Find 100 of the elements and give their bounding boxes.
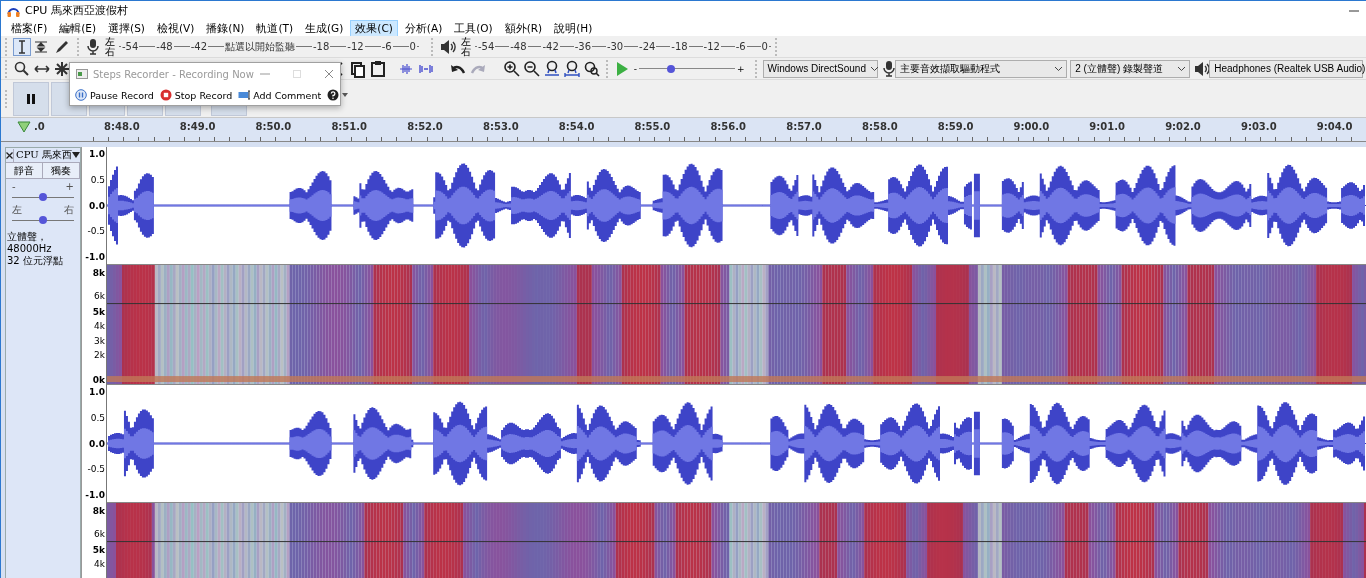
- channel-label: 左: [105, 36, 115, 47]
- slider-min-label: -: [12, 182, 16, 192]
- stop-record-button[interactable]: Stop Record: [156, 86, 236, 104]
- time-label: 9:04.0: [1315, 121, 1354, 132]
- menu-item[interactable]: 檢視(V): [151, 19, 200, 37]
- magnifier-icon: [12, 59, 31, 78]
- select-tool-button[interactable]: [13, 37, 31, 56]
- amplitude-tick: -1.0: [85, 252, 105, 263]
- menu-item[interactable]: 選擇(S): [103, 19, 150, 37]
- pause-button[interactable]: [13, 81, 49, 116]
- meter-scale[interactable]: -54 -48 -42 點選以開始監聽 -18 -12 -6 0: [119, 38, 419, 55]
- menu-item[interactable]: 編輯(E): [54, 19, 102, 37]
- meter-tick: -54: [477, 41, 496, 52]
- i-beam-icon: [18, 39, 26, 54]
- track-info: 立體聲，48000Hz: [7, 231, 53, 255]
- time-label: 9:03.0: [1239, 121, 1278, 132]
- zoom-toggle-icon[interactable]: [582, 59, 601, 78]
- solo-button[interactable]: 獨奏: [43, 163, 80, 178]
- close-track-button[interactable]: [6, 148, 14, 162]
- amplitude-tick: -1.0: [85, 490, 105, 501]
- slider-thumb[interactable]: [39, 216, 47, 224]
- channel-label: 右: [105, 46, 115, 57]
- menu-item[interactable]: 播錄(N): [201, 19, 250, 37]
- recording-device-dropdown[interactable]: 主要音效擷取驅動程式: [895, 59, 1068, 78]
- frequency-tick: 5k: [92, 307, 105, 318]
- audio-host-dropdown[interactable]: Windows DirectSound: [762, 59, 879, 78]
- frequency-tick: 6k: [94, 291, 105, 302]
- meter-tick: 0: [760, 41, 769, 52]
- time-label: 8:59.0: [936, 121, 975, 132]
- menu-item[interactable]: 工具(O): [449, 19, 498, 37]
- slider-max-label: +: [737, 63, 745, 74]
- amplitude-tick: -0.5: [87, 226, 105, 238]
- amplitude-tick: 0.5: [90, 174, 105, 186]
- meter-tick: 點選以開始監聽: [224, 39, 296, 54]
- comment-icon: [238, 89, 251, 101]
- mute-button[interactable]: 靜音: [6, 163, 43, 178]
- time-label: 8:50.0: [254, 121, 293, 132]
- meter-tick: -36: [573, 41, 592, 52]
- microphone-icon[interactable]: [85, 37, 101, 56]
- amplitude-tick: -0.5: [87, 464, 105, 476]
- meter-tick: -48: [509, 41, 528, 52]
- chevron-down-icon: [1177, 65, 1187, 72]
- channel-label: 右: [461, 46, 471, 57]
- amplitude-tick: 1.0: [89, 387, 105, 398]
- meter-tick: 0: [408, 41, 417, 52]
- maximize-icon: [292, 69, 303, 79]
- menu-item[interactable]: 分析(A): [399, 19, 448, 37]
- meter-tick: -42: [541, 41, 560, 52]
- zoom-out-icon[interactable]: [522, 59, 541, 78]
- menu-item[interactable]: 說明(H): [549, 19, 598, 37]
- slider-thumb[interactable]: [39, 193, 47, 201]
- speaker-icon: [1193, 59, 1210, 78]
- menu-item[interactable]: 軌道(T): [251, 19, 298, 37]
- time-label: 8:54.0: [557, 121, 596, 132]
- menu-item[interactable]: 檔案(F): [6, 19, 53, 37]
- slider-max-label: 右: [64, 205, 74, 215]
- speaker-icon[interactable]: [439, 37, 457, 56]
- slider-thumb[interactable]: [666, 64, 675, 73]
- pause-icon: [75, 89, 87, 101]
- meter-tick: -24: [638, 41, 657, 52]
- playback-device-dropdown[interactable]: Headphones (Realtek USB Audio): [1209, 59, 1363, 78]
- track-name-menu[interactable]: CPU 馬來西: [14, 148, 82, 162]
- close-icon: [6, 151, 13, 159]
- chevron-down-icon: [1054, 65, 1064, 72]
- clipboard-icon[interactable]: [368, 59, 387, 78]
- pause-record-button[interactable]: Pause Record: [72, 86, 157, 104]
- frequency-tick: 8k: [92, 268, 105, 279]
- asterisk-icon: [52, 59, 71, 78]
- menu-item[interactable]: 額外(R): [499, 19, 548, 37]
- time-label: 8:48.0: [103, 121, 141, 132]
- recorder-window-icon: [76, 69, 88, 79]
- fit-selection-icon[interactable]: [542, 59, 561, 78]
- play-head-triangle-icon[interactable]: [17, 121, 31, 133]
- slider-max-label: +: [65, 182, 74, 192]
- amplitude-tick: 0.5: [90, 412, 105, 424]
- meter-tick: -42: [189, 41, 208, 52]
- add-comment-button[interactable]: Add Comment: [235, 86, 325, 104]
- zoom-tool-button[interactable]: [12, 59, 31, 78]
- time-label: 9:02.0: [1164, 121, 1202, 132]
- microphone-icon: [881, 59, 896, 78]
- frequency-tick: 8k: [92, 506, 105, 517]
- close-icon[interactable]: [324, 69, 334, 79]
- recording-channels-dropdown[interactable]: 2 (立體聲) 錄製聲道: [1070, 59, 1191, 78]
- menu-item[interactable]: 生成(G): [300, 19, 349, 37]
- multi-tool-button[interactable]: [52, 59, 71, 78]
- zoom-in-icon[interactable]: [502, 59, 521, 78]
- meter-tick: -6: [734, 41, 747, 52]
- chevron-down-icon: [869, 65, 879, 72]
- caret-icon: [342, 93, 349, 97]
- time-label: 8:58.0: [860, 121, 899, 132]
- time-label: 8:49.0: [178, 121, 217, 132]
- fit-project-icon[interactable]: [562, 59, 581, 78]
- copy-icon[interactable]: [348, 59, 367, 78]
- amplitude-tick: 0.0: [89, 200, 105, 212]
- time-label: 8:52.0: [406, 121, 444, 132]
- time-label: .0: [34, 121, 46, 132]
- meter-tick: -6: [380, 41, 393, 52]
- window-title: CPU 馬來西亞渡假村: [25, 3, 128, 18]
- amplitude-tick: 0.0: [89, 438, 105, 450]
- frequency-tick: 3k: [94, 336, 105, 347]
